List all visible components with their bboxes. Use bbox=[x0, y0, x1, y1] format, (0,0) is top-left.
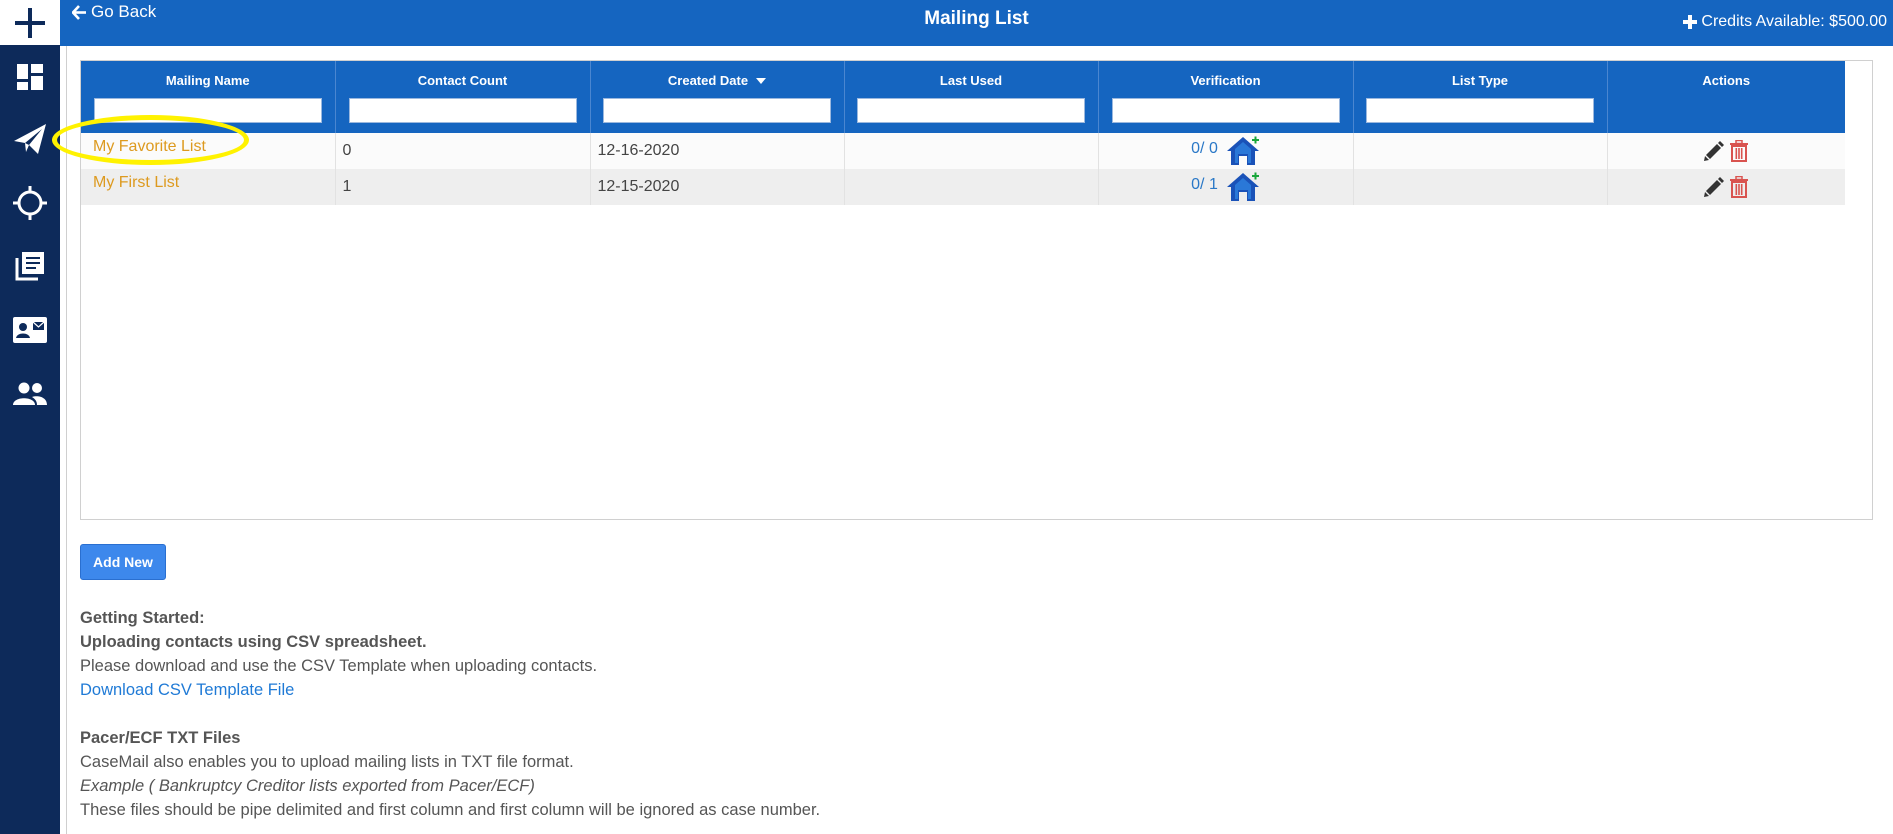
mailing-list-link[interactable]: My First List bbox=[88, 174, 179, 192]
sort-descending-icon bbox=[756, 77, 767, 84]
people-icon bbox=[13, 382, 47, 405]
column-header-list-type[interactable]: List Type bbox=[1353, 61, 1608, 133]
sidebar-item-people[interactable] bbox=[0, 369, 60, 419]
cell-contact-count: 0 bbox=[335, 133, 591, 169]
verification-count: 0/ 1 bbox=[1191, 176, 1218, 193]
cell-mailing-name: My Favorite List bbox=[81, 133, 336, 169]
column-header-verification[interactable]: Verification bbox=[1098, 61, 1354, 133]
filter-input-verification[interactable] bbox=[1111, 98, 1340, 123]
table-row: My First List 1 12-15-2020 0/ 1 bbox=[81, 169, 1845, 205]
help-section: Getting Started: Uploading contacts usin… bbox=[80, 606, 820, 822]
edit-pencil-icon[interactable] bbox=[1703, 140, 1725, 162]
send-icon bbox=[14, 124, 46, 154]
cell-verification: 0/ 1 bbox=[1098, 169, 1354, 205]
cell-created-date: 12-15-2020 bbox=[590, 169, 845, 205]
cell-contact-count: 1 bbox=[335, 169, 591, 205]
cell-verification: 0/ 0 bbox=[1098, 133, 1354, 169]
cell-mailing-name: My First List bbox=[81, 169, 336, 205]
column-label: Created Date bbox=[667, 73, 749, 88]
cell-last-used bbox=[844, 169, 1099, 205]
sidebar bbox=[0, 0, 60, 834]
cell-last-used bbox=[844, 133, 1099, 169]
cell-list-type bbox=[1353, 169, 1608, 205]
crosshair-icon bbox=[13, 186, 47, 220]
credits-label: Credits Available: $500.00 bbox=[1701, 13, 1887, 30]
house-verify-icon[interactable] bbox=[1226, 136, 1260, 166]
table-row: My Favorite List 0 12-16-2020 0/ 0 bbox=[81, 133, 1845, 169]
sidebar-item-target[interactable] bbox=[0, 178, 60, 228]
column-header-mailing-name[interactable]: Mailing Name bbox=[81, 61, 336, 133]
mailing-list-grid: Mailing Name Contact Count Created Date … bbox=[80, 60, 1873, 520]
house-verify-icon[interactable] bbox=[1226, 172, 1260, 202]
txt-example: Example ( Bankruptcy Creditor lists expo… bbox=[80, 777, 535, 795]
verification-count: 0/ 0 bbox=[1191, 140, 1218, 157]
cell-list-type bbox=[1353, 133, 1608, 169]
plus-icon bbox=[15, 7, 45, 38]
column-header-actions: Actions bbox=[1607, 61, 1845, 133]
txt-note: These files should be pipe delimited and… bbox=[80, 801, 821, 819]
sidebar-new-button[interactable] bbox=[0, 0, 60, 45]
csv-heading: Uploading contacts using CSV spreadsheet… bbox=[80, 633, 427, 651]
cell-created-date: 12-16-2020 bbox=[590, 133, 845, 169]
credits-button[interactable]: Credits Available: $500.00 bbox=[1683, 13, 1887, 31]
sidebar-item-dashboard[interactable] bbox=[0, 52, 60, 102]
edit-pencil-icon[interactable] bbox=[1703, 176, 1725, 198]
table-header-row: Mailing Name Contact Count Created Date … bbox=[81, 61, 1845, 133]
top-bar: Go Back Mailing List Credits Available: … bbox=[60, 0, 1893, 46]
sidebar-item-library[interactable] bbox=[0, 241, 60, 291]
column-label: Verification bbox=[1190, 73, 1261, 88]
txt-files-heading: Pacer/ECF TXT Files bbox=[80, 729, 241, 747]
page-title: Mailing List bbox=[924, 8, 1029, 29]
csv-instructions: Please download and use the CSV Template… bbox=[80, 657, 598, 675]
filter-input-created-date[interactable] bbox=[603, 98, 831, 123]
column-header-created-date[interactable]: Created Date bbox=[590, 61, 845, 133]
column-label: Mailing Name bbox=[165, 73, 250, 88]
filter-input-last-used[interactable] bbox=[857, 98, 1085, 123]
cell-actions bbox=[1607, 133, 1845, 169]
mailing-list-link[interactable]: My Favorite List bbox=[88, 138, 206, 156]
column-label: List Type bbox=[1451, 73, 1509, 88]
dashboard-icon bbox=[17, 64, 43, 90]
filter-input-contact-count[interactable] bbox=[348, 98, 577, 123]
mailing-list-table: Mailing Name Contact Count Created Date … bbox=[81, 61, 1845, 205]
contact-card-icon bbox=[13, 317, 47, 343]
download-csv-template-link[interactable]: Download CSV Template File bbox=[80, 678, 820, 702]
column-header-last-used[interactable]: Last Used bbox=[844, 61, 1099, 133]
sidebar-item-send[interactable] bbox=[0, 114, 60, 164]
filter-input-mailing-name[interactable] bbox=[93, 98, 322, 123]
delete-trash-icon[interactable] bbox=[1729, 176, 1749, 198]
column-header-contact-count[interactable]: Contact Count bbox=[335, 61, 591, 133]
column-label: Contact Count bbox=[417, 73, 508, 88]
filter-input-list-type[interactable] bbox=[1366, 98, 1594, 123]
library-icon bbox=[15, 252, 44, 281]
plus-icon bbox=[1683, 15, 1698, 29]
column-label: Actions bbox=[1702, 73, 1751, 88]
getting-started-heading: Getting Started: bbox=[80, 609, 205, 627]
cell-actions bbox=[1607, 169, 1845, 205]
delete-trash-icon[interactable] bbox=[1729, 140, 1749, 162]
add-new-button[interactable]: Add New bbox=[80, 544, 166, 580]
txt-instructions: CaseMail also enables you to upload mail… bbox=[80, 753, 574, 771]
column-label: Last Used bbox=[939, 73, 1003, 88]
sidebar-item-contacts[interactable] bbox=[0, 305, 60, 355]
